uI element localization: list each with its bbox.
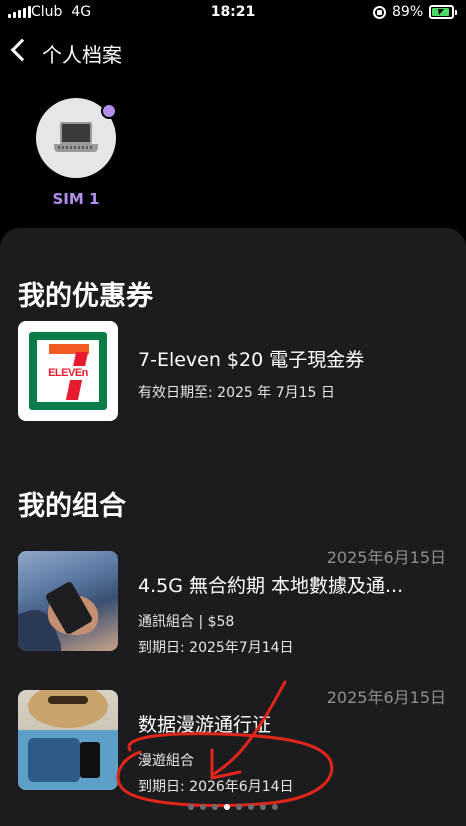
page-dot[interactable] — [236, 804, 242, 810]
bundle-expiry: 到期日: 2025年7月14日 — [138, 640, 294, 656]
laptop-icon — [54, 122, 98, 154]
bundle-subtitle: 通訊組合 | $58 — [138, 614, 235, 630]
coupons-section-title: 我的优惠券 — [18, 281, 153, 312]
page-indicator[interactable] — [0, 804, 466, 810]
bundle-expiry: 到期日: 2026年6月14日 — [138, 779, 294, 795]
page-dot[interactable] — [260, 804, 266, 810]
page-dot[interactable] — [188, 804, 194, 810]
page-dot[interactable] — [200, 804, 206, 810]
orientation-lock-icon — [373, 6, 386, 19]
battery-fill — [432, 8, 449, 16]
content-card: 我的优惠券 ELEVEn 7-Eleven $20 電子現金券 有效日期至: 2… — [0, 228, 466, 826]
bundle-subtitle: 漫遊組合 — [138, 753, 194, 769]
bundle-title: 4.5G 無合約期 本地數據及通... — [138, 575, 404, 597]
page-dot[interactable] — [224, 804, 230, 810]
battery-icon — [429, 5, 457, 19]
page-dot[interactable] — [248, 804, 254, 810]
bundle-thumbnail-phone — [18, 551, 118, 651]
bundle-date: 2025年6月15日 — [326, 548, 446, 567]
7-eleven-logo-text: ELEVEn — [41, 366, 95, 380]
7-eleven-logo: ELEVEn — [18, 321, 118, 421]
bundle-date: 2025年6月15日 — [326, 688, 446, 707]
page-dot[interactable] — [272, 804, 278, 810]
status-dot — [101, 103, 117, 119]
page-title: 个人档案 — [42, 43, 122, 67]
sim-label[interactable]: SIM 1 — [36, 190, 116, 208]
coupon-title: 7-Eleven $20 電子現金券 — [138, 349, 365, 371]
page-dot[interactable] — [212, 804, 218, 810]
bundle-thumbnail-suitcase — [18, 690, 118, 790]
bundles-section-title: 我的组合 — [18, 491, 126, 522]
coupon-validity: 有效日期至: 2025 年 7月15 日 — [138, 385, 335, 401]
battery-percent: 89% — [392, 4, 424, 20]
bundle-title: 数据漫游通行证 — [138, 714, 272, 736]
status-bar: Club 4G 18:21 89% — [0, 0, 466, 26]
